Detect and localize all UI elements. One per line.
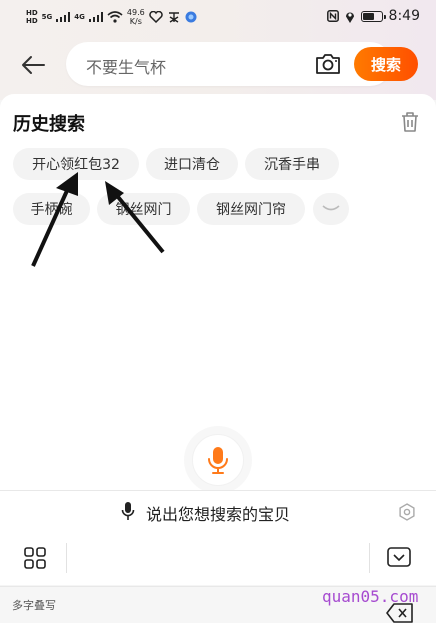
signal-icon — [88, 12, 103, 22]
voice-prompt-bar: 说出您想搜索的宝贝 — [0, 490, 436, 534]
history-chip[interactable]: 手柄碗 — [13, 193, 90, 225]
trash-icon[interactable] — [400, 111, 420, 133]
grid-menu-icon[interactable] — [24, 547, 46, 569]
voice-search-button[interactable] — [192, 434, 244, 486]
search-row: 不要生气杯 搜索 — [0, 40, 436, 90]
status-bar: HD HD 5G 4G 49.6 K/s 8:49 — [0, 0, 436, 36]
history-chip[interactable]: 沉香手串 — [245, 148, 339, 180]
search-input[interactable]: 不要生气杯 搜索 — [66, 42, 418, 86]
gear-icon[interactable] — [398, 503, 416, 521]
browser-icon — [185, 11, 197, 23]
speed-unit: K/s — [129, 17, 142, 26]
location-icon — [345, 12, 354, 23]
search-placeholder: 不要生气杯 — [86, 58, 167, 77]
keyboard-toolbar — [0, 533, 436, 585]
nfc-icon — [326, 10, 339, 22]
heart-icon — [149, 11, 163, 23]
network-label: 4G — [74, 13, 85, 21]
hd-badge: HD — [26, 17, 38, 25]
camera-icon[interactable] — [314, 52, 342, 76]
history-chip[interactable]: 进口清仓 — [146, 148, 238, 180]
toolbar-divider — [66, 543, 67, 573]
toolbar-divider — [369, 543, 370, 573]
translate-icon — [168, 12, 179, 23]
microphone-icon — [121, 502, 135, 520]
search-button[interactable]: 搜索 — [354, 47, 418, 81]
status-left: HD HD 5G 4G 49.6 K/s — [26, 8, 197, 26]
expand-more-button[interactable] — [313, 193, 349, 225]
voice-prompt: 说出您想搜索的宝贝 — [146, 505, 291, 524]
chevron-down-icon — [322, 205, 340, 211]
signal-icon — [56, 12, 71, 22]
hd-badge: HD — [26, 9, 38, 17]
status-right: 8:49 — [326, 8, 420, 24]
keyboard-bottom-bar: 多字叠写 quan05.com — [0, 586, 436, 623]
microphone-icon — [208, 447, 228, 474]
battery-icon — [360, 10, 386, 22]
input-mode-label: 多字叠写 — [12, 599, 56, 612]
wifi-icon — [107, 11, 123, 23]
clock: 8:49 — [388, 8, 420, 24]
speed-value: 49.6 — [126, 8, 145, 17]
backspace-icon[interactable] — [386, 603, 414, 623]
history-chip[interactable]: 钢丝网门帘 — [197, 193, 305, 225]
network-speed: 49.6 K/s — [127, 8, 145, 26]
hd-badges: HD HD — [26, 9, 38, 25]
keyboard-collapse-icon[interactable] — [387, 547, 411, 567]
history-chip[interactable]: 开心领红包32 — [13, 148, 139, 180]
history-title: 历史搜索 — [13, 114, 85, 135]
back-arrow-icon[interactable] — [18, 50, 48, 80]
history-chip[interactable]: 钢丝网门 — [97, 193, 190, 225]
network-label: 5G — [41, 13, 53, 21]
